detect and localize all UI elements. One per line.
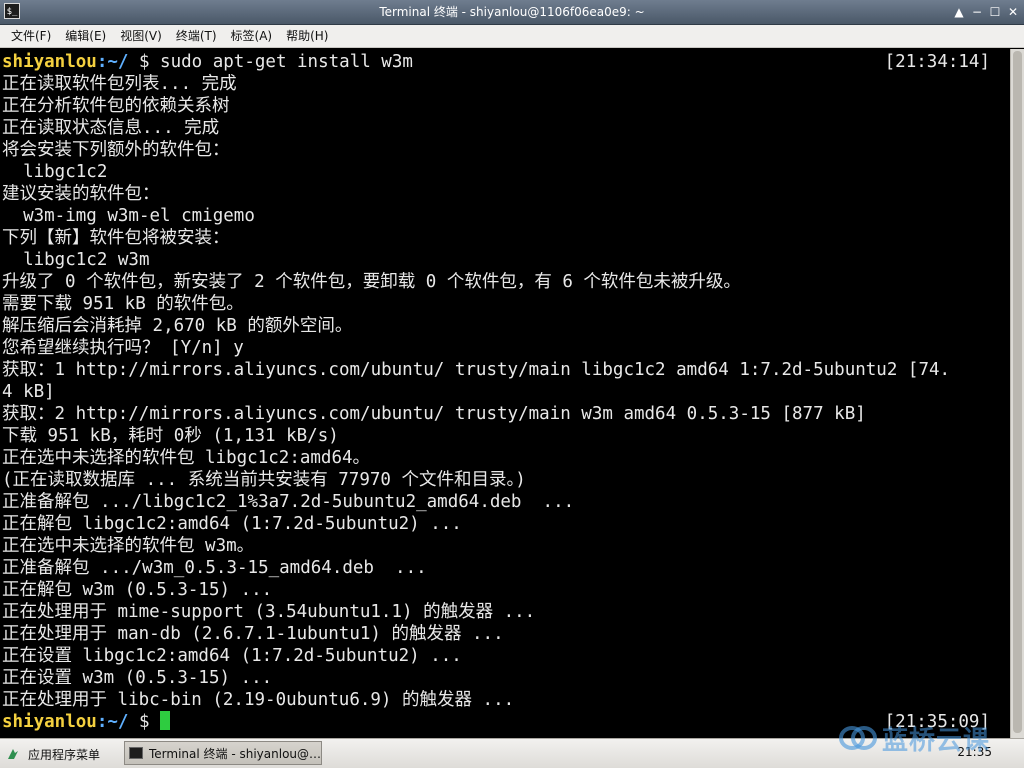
output-line: 升级了 0 个软件包，新安装了 2 个软件包，要卸载 0 个软件包，有 6 个软… [2, 272, 741, 292]
output-line: 下列【新】软件包将被安装： [2, 228, 230, 248]
window-title: Terminal 终端 - shiyanlou@1106f06ea0e9: ~ [379, 5, 645, 19]
menu-terminal[interactable]: 终端(T) [169, 26, 224, 46]
output-line: 获取：1 http://mirrors.aliyuncs.com/ubuntu/… [2, 360, 951, 380]
output-line: 下载 951 kB，耗时 0秒 (1,131 kB/s) [2, 426, 339, 446]
terminal-window: $_ Terminal 终端 - shiyanlou@1106f06ea0e9:… [0, 0, 1024, 738]
text-cursor [160, 711, 171, 730]
taskbar-terminal-button[interactable]: Terminal 终端 - shiyanlou@… [124, 741, 322, 765]
output-line: 正在设置 libgc1c2:amd64 (1:7.2d-5ubuntu2) ..… [2, 646, 462, 666]
minimize-icon[interactable]: − [968, 3, 986, 21]
output-line: 正在分析软件包的依赖关系树 [2, 96, 230, 116]
app-menu-icon [8, 749, 18, 759]
app-menu-label: 应用程序菜单 [28, 747, 101, 762]
prompt-path: :~/ [96, 712, 129, 732]
terminal-output[interactable]: shiyanlou:~/ $ sudo apt-get install w3m … [0, 49, 1010, 738]
output-line: 正准备解包 .../libgc1c2_1%3a7.2d-5ubuntu2_amd… [2, 492, 575, 512]
output-line: 正在选中未选择的软件包 w3m。 [2, 536, 255, 556]
output-line: 需要下载 951 kB 的软件包。 [2, 294, 244, 314]
output-line: w3m-img w3m-el cmigemo [2, 206, 255, 226]
final-prompt-line: shiyanlou:~/ $ [2, 711, 171, 733]
output-line: 4 kB] [2, 382, 55, 402]
prompt-user: shiyanlou [2, 712, 97, 732]
output-line: 正在解包 libgc1c2:amd64 (1:7.2d-5ubuntu2) ..… [2, 514, 462, 534]
taskbar-clock[interactable]: 21:35 [957, 745, 992, 759]
menu-view[interactable]: 视图(V) [113, 26, 169, 46]
command-line: shiyanlou:~/ $ sudo apt-get install w3m [2, 51, 413, 73]
menu-tabs[interactable]: 标签(A) [224, 26, 280, 46]
scrollbar-thumb[interactable] [1013, 51, 1022, 733]
prompt-path: :~/ [96, 52, 129, 72]
prompt-user: shiyanlou [2, 52, 97, 72]
command-timestamp: [21:34:14] [884, 52, 990, 72]
output-line: 您希望继续执行吗？ [Y/n] y [2, 338, 244, 358]
output-line: (正在读取数据库 ... 系统当前共安装有 77970 个文件和目录。) [2, 470, 526, 490]
window-controls: ▲ − ☐ ✕ [950, 3, 1022, 21]
menu-help[interactable]: 帮助(H) [279, 26, 335, 46]
menu-bar: 文件(F) 编辑(E) 视图(V) 终端(T) 标签(A) 帮助(H) [0, 25, 1024, 48]
output-line: 解压缩后会消耗掉 2,670 kB 的额外空间。 [2, 316, 353, 336]
taskbar-task-label: Terminal 终端 - shiyanlou@… [149, 746, 322, 761]
menu-file[interactable]: 文件(F) [4, 26, 58, 46]
close-icon[interactable]: ✕ [1004, 3, 1022, 21]
title-bar[interactable]: $_ Terminal 终端 - shiyanlou@1106f06ea0e9:… [0, 0, 1024, 25]
output-line: 正在处理用于 man-db (2.6.7.1-1ubuntu1) 的触发器 ..… [2, 624, 504, 644]
taskbar: 应用程序菜单 Terminal 终端 - shiyanlou@… 21:35 [0, 738, 1024, 768]
output-line: 建议安装的软件包： [2, 184, 160, 204]
shade-icon[interactable]: ▲ [950, 3, 968, 21]
output-line: libgc1c2 [2, 162, 108, 182]
output-line: 正在处理用于 libc-bin (2.19-0ubuntu6.9) 的触发器 .… [2, 690, 515, 710]
app-menu-button[interactable]: 应用程序菜单 [6, 743, 100, 765]
command-text: sudo apt-get install w3m [160, 52, 413, 72]
output-line: 正在读取软件包列表... 完成 [2, 74, 237, 94]
output-line: 正在解包 w3m (0.5.3-15) ... [2, 580, 273, 600]
output-line: 正在读取状态信息... 完成 [2, 118, 220, 138]
output-line: 正准备解包 .../w3m_0.5.3-15_amd64.deb ... [2, 558, 427, 578]
output-line: 正在设置 w3m (0.5.3-15) ... [2, 668, 273, 688]
output-line: libgc1c2 w3m [2, 250, 150, 270]
terminal-scrollbar[interactable] [1010, 49, 1024, 738]
maximize-icon[interactable]: ☐ [986, 3, 1004, 21]
terminal-icon [129, 747, 143, 759]
final-timestamp: [21:35:09] [884, 712, 990, 732]
output-line: 正在处理用于 mime-support (3.54ubuntu1.1) 的触发器… [2, 602, 536, 622]
menu-edit[interactable]: 编辑(E) [58, 26, 113, 46]
prompt-symbol: $ [128, 712, 161, 732]
output-line: 正在选中未选择的软件包 libgc1c2:amd64。 [2, 448, 371, 468]
output-line: 将会安装下列额外的软件包： [2, 140, 230, 160]
prompt-symbol: $ [128, 52, 161, 72]
output-line: 获取：2 http://mirrors.aliyuncs.com/ubuntu/… [2, 404, 866, 424]
